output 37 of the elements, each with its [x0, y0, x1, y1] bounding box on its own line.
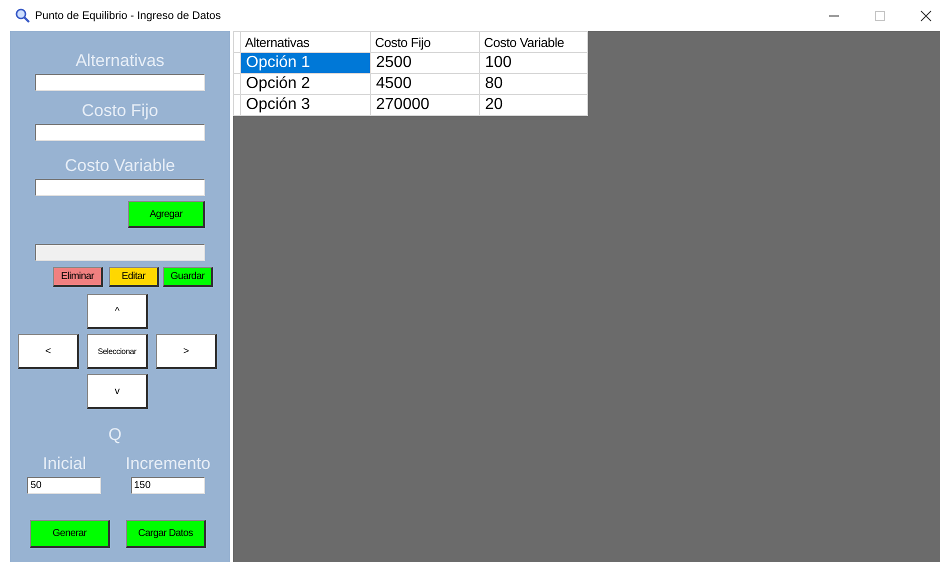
action-button[interactable]: Editar [109, 267, 159, 287]
field-label: Incremento [125, 453, 211, 475]
field-label: Costo Variable [64, 155, 176, 177]
right-button[interactable]: > [156, 334, 217, 369]
table-cell[interactable]: Opción 1 [240, 52, 370, 74]
column-header[interactable]: Alternativas [240, 32, 370, 52]
left-button[interactable]: < [18, 334, 79, 369]
action-button[interactable]: Guardar [163, 267, 213, 287]
field-label: Alternativas [76, 50, 164, 72]
field-label: Inicial [42, 453, 86, 475]
add-button[interactable]: Agregar [128, 201, 205, 228]
up-button[interactable]: ^ [87, 294, 148, 329]
action-button[interactable]: Cargar Datos [126, 520, 206, 548]
down-button[interactable]: v [87, 374, 148, 409]
table-cell[interactable]: 2500 [370, 52, 480, 74]
select-button[interactable]: Seleccionar [87, 334, 148, 369]
window-title: Punto de Equilibrio - Ingreso de Datos [35, 10, 221, 22]
input-field[interactable] [35, 179, 205, 196]
column-header[interactable]: Costo Variable [480, 32, 588, 52]
table-cell[interactable]: 80 [480, 74, 588, 94]
table-cell[interactable]: Opción 2 [240, 74, 370, 94]
input-field[interactable]: 150 [130, 477, 205, 494]
column-header[interactable]: Costo Fijo [370, 32, 480, 52]
table-cell[interactable]: 4500 [370, 74, 480, 94]
action-button[interactable]: Generar [30, 520, 110, 548]
table-cell[interactable]: 20 [480, 94, 588, 116]
q-label: Q [108, 424, 122, 446]
input-field[interactable] [35, 74, 205, 91]
table-cell[interactable]: Opción 3 [240, 94, 370, 116]
table-cell[interactable]: 270000 [370, 94, 480, 116]
table-cell[interactable]: 100 [480, 52, 588, 74]
action-button[interactable]: Eliminar [53, 267, 103, 287]
input-field[interactable]: 50 [27, 477, 102, 494]
field-label: Costo Fijo [82, 100, 158, 122]
close-icon[interactable] [920, 10, 932, 22]
input-field[interactable] [35, 124, 205, 141]
magnifier-icon [15, 8, 30, 23]
